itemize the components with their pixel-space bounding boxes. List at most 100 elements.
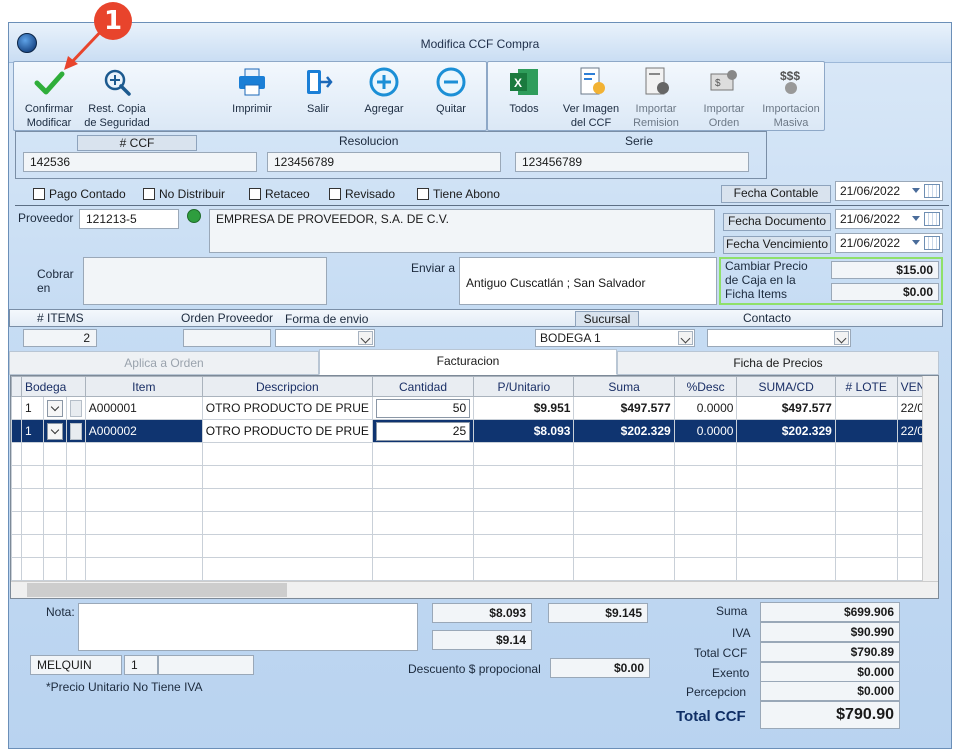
desc-cell[interactable]: 0.0000 <box>673 396 738 420</box>
chevron-down-icon[interactable] <box>46 422 63 440</box>
retaceo-checkbox[interactable]: Retaceo <box>249 187 310 201</box>
resolucion-input[interactable]: 123456789 <box>267 152 501 172</box>
chevron-down-icon[interactable] <box>358 331 373 345</box>
table-row-selected[interactable]: 1 A000002 OTRO PRODUCTO DE PRUE 25 $8.09… <box>11 419 938 443</box>
ccf-input[interactable]: 142536 <box>23 152 257 172</box>
fecha-contable-picker[interactable]: 21/06/2022 <box>835 181 943 201</box>
enviar-label: Enviar a <box>411 261 456 275</box>
col-cantidad[interactable]: Cantidad <box>371 376 475 397</box>
col-sumacd[interactable]: SUMA/CD <box>736 376 836 397</box>
invoice-image-icon <box>580 67 605 95</box>
calendar-icon[interactable] <box>924 236 940 250</box>
chevron-down-icon[interactable] <box>46 399 63 417</box>
calendar-icon[interactable] <box>924 212 940 226</box>
bodega-dropdown[interactable] <box>42 419 67 443</box>
view-image-button[interactable]: Ver Imagen del CCF <box>558 66 624 130</box>
tiene-abono-box[interactable] <box>417 188 429 200</box>
orden-proveedor-input[interactable] <box>183 329 271 347</box>
tab-facturacion[interactable]: Facturacion <box>319 349 617 375</box>
col-lote[interactable]: # LOTE <box>834 376 898 397</box>
scroll-thumb[interactable] <box>27 583 287 597</box>
retaceo-box[interactable] <box>249 188 261 200</box>
punitario-cell[interactable]: $8.093 <box>473 419 575 443</box>
dropdown-arrow-icon <box>912 188 920 193</box>
precio-caja-value-1[interactable]: $15.00 <box>831 261 939 279</box>
restore-backup-button[interactable]: Rest. Copia de Seguridad <box>80 66 154 130</box>
sucursal-label: Sucursal <box>575 311 639 327</box>
proveedor-code-input[interactable]: 121213-5 <box>79 209 179 229</box>
lote-cell[interactable] <box>834 396 898 420</box>
user-number-field: 1 <box>124 655 158 675</box>
sucursal-select[interactable]: BODEGA 1 <box>535 329 695 347</box>
all-excel-button[interactable]: X Todos <box>498 66 550 116</box>
col-suma[interactable]: Suma <box>573 376 675 397</box>
nota-textarea[interactable] <box>78 603 418 651</box>
punitario-cell[interactable]: $9.951 <box>473 396 575 420</box>
table-row[interactable]: 1 A000001 OTRO PRODUCTO DE PRUE 50 $9.95… <box>11 396 938 420</box>
pago-contado-box[interactable] <box>33 188 45 200</box>
grid-horizontal-scrollbar[interactable] <box>11 581 938 598</box>
col-desc[interactable]: %Desc <box>673 376 738 397</box>
exit-button[interactable]: Salir <box>298 66 338 116</box>
precio-caja-value-2[interactable]: $0.00 <box>831 283 939 301</box>
calendar-icon[interactable] <box>924 184 940 198</box>
chevron-down-icon[interactable] <box>678 331 693 345</box>
resolucion-label: Resolucion <box>339 134 399 148</box>
proveedor-label: Proveedor <box>18 211 74 225</box>
plus-circle-icon <box>369 67 399 97</box>
bodega-dropdown[interactable] <box>42 396 67 420</box>
total-box-1: $8.093 <box>432 603 532 623</box>
pago-contado-checkbox[interactable]: Pago Contado <box>33 187 126 201</box>
import-remision-button[interactable]: Importar Remision <box>626 66 686 130</box>
col-bodega[interactable]: Bodega <box>20 376 86 397</box>
add-button[interactable]: Agregar <box>358 66 410 116</box>
fecha-documento-picker[interactable]: 21/06/2022 <box>835 209 943 229</box>
item-cell[interactable]: A000002 <box>84 419 203 443</box>
cantidad-cell[interactable]: 50 <box>371 396 475 420</box>
lote-cell[interactable] <box>834 419 898 443</box>
descuento-input[interactable]: $0.00 <box>550 658 650 678</box>
descripcion-cell[interactable]: OTRO PRODUCTO DE PRUE <box>201 396 373 420</box>
cantidad-input[interactable]: 50 <box>375 398 471 418</box>
row-checkbox-cell[interactable] <box>65 419 86 443</box>
no-distribuir-checkbox[interactable]: No Distribuir <box>143 187 225 201</box>
fecha-vencimiento-picker[interactable]: 21/06/2022 <box>835 233 943 253</box>
revisado-box[interactable] <box>329 188 341 200</box>
tab-aplica-orden[interactable]: Aplica a Orden <box>9 351 319 375</box>
cantidad-cell[interactable]: 25 <box>371 419 475 443</box>
revisado-checkbox[interactable]: Revisado <box>329 187 395 201</box>
orden-proveedor-label: Orden Proveedor <box>181 311 274 325</box>
contacto-select[interactable] <box>707 329 851 347</box>
row-checkbox-cell[interactable] <box>65 396 86 420</box>
dropdown-arrow-icon <box>912 216 920 221</box>
no-distribuir-box[interactable] <box>143 188 155 200</box>
enviar-field[interactable]: Antiguo Cuscatlán ; San Salvador <box>459 257 717 305</box>
import-masiva-button[interactable]: $$$ Importacion Masiva <box>758 66 824 130</box>
confirm-button[interactable]: Confirmar Modificar <box>16 66 82 130</box>
cantidad-input[interactable]: 25 <box>375 421 471 441</box>
proveedor-ok-icon[interactable] <box>187 209 201 223</box>
svg-text:X: X <box>514 76 522 90</box>
total-ccf-label: Total CCF <box>694 646 748 660</box>
forma-envio-select[interactable] <box>275 329 375 347</box>
grid-vertical-scrollbar[interactable] <box>922 376 938 582</box>
empty-row <box>11 488 938 512</box>
remove-button[interactable]: Quitar <box>428 66 474 116</box>
item-cell[interactable]: A000001 <box>84 396 203 420</box>
tiene-abono-checkbox[interactable]: Tiene Abono <box>417 187 500 201</box>
bodega-cell[interactable]: 1 <box>20 396 44 420</box>
excel-icon: X <box>510 69 538 95</box>
cobrar-field[interactable] <box>83 257 327 305</box>
descripcion-cell[interactable]: OTRO PRODUCTO DE PRUE <box>201 419 373 443</box>
desc-cell[interactable]: 0.0000 <box>673 419 738 443</box>
col-punitario[interactable]: P/Unitario <box>473 376 575 397</box>
tab-ficha-precios[interactable]: Ficha de Precios <box>617 351 939 375</box>
col-item[interactable]: Item <box>84 376 203 397</box>
percepcion-value: $0.000 <box>760 681 900 701</box>
import-orden-button[interactable]: $ Importar Orden <box>694 66 754 130</box>
print-button[interactable]: Imprimir <box>224 66 280 116</box>
serie-input[interactable]: 123456789 <box>515 152 749 172</box>
bodega-cell[interactable]: 1 <box>20 419 44 443</box>
col-descripcion[interactable]: Descripcion <box>201 376 373 397</box>
chevron-down-icon[interactable] <box>834 331 849 345</box>
